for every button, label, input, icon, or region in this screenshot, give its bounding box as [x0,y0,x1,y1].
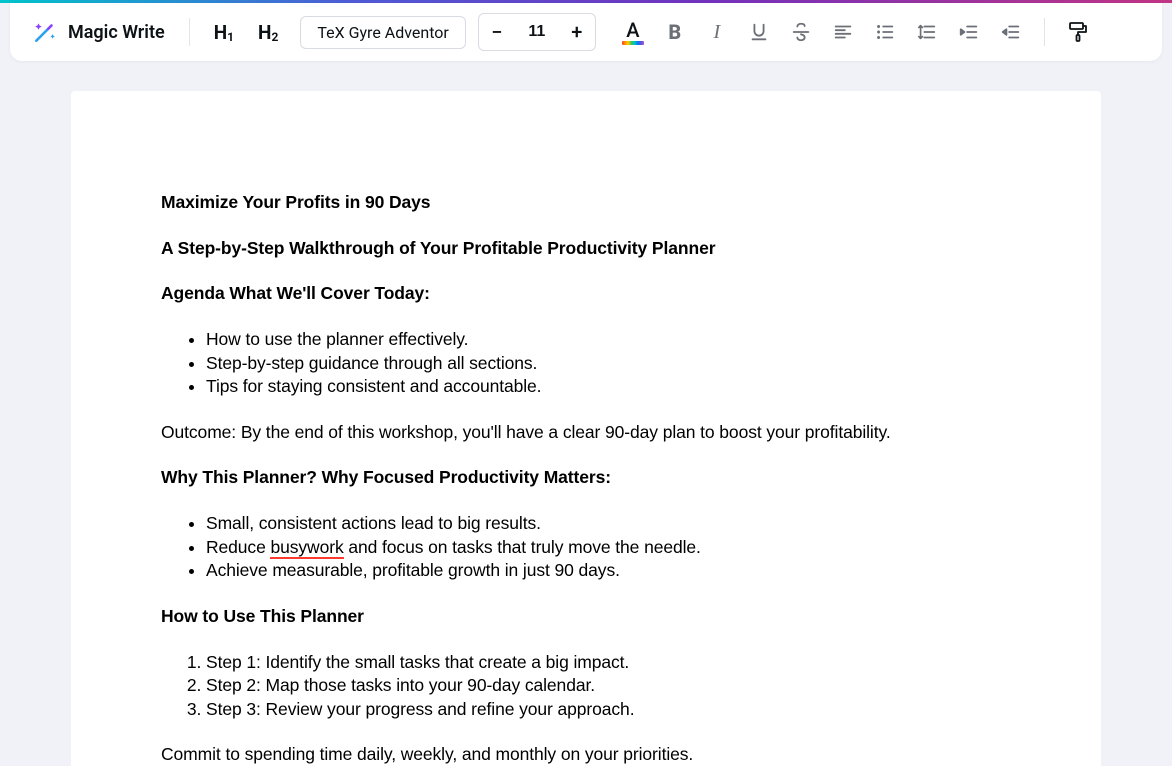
italic-icon: I [714,21,721,44]
list-item: Small, consistent actions lead to big re… [206,512,1011,536]
doc-title: Maximize Your Profits in 90 Days [161,191,1011,215]
list-item: Step 3: Review your progress and refine … [206,698,1011,722]
indent-increase-icon [958,21,980,43]
toolbar: Magic Write H1 H2 TeX Gyre Adventor − + … [10,3,1162,61]
font-family-select[interactable]: TeX Gyre Adventor [300,16,466,49]
increase-size-button[interactable]: + [559,14,595,50]
line-spacing-icon [916,21,938,43]
list-item: Reduce busywork and focus on tasks that … [206,536,1011,560]
why-list: Small, consistent actions lead to big re… [161,512,1011,583]
outcome-text: Outcome: By the end of this workshop, yo… [161,421,1011,445]
list-item: How to use the planner effectively. [206,328,1011,352]
magic-write-label: Magic Write [68,22,165,43]
font-size-stepper: − + [478,13,596,51]
list-item: Step 1: Identify the small tasks that cr… [206,651,1011,675]
doc-subtitle: A Step-by-Step Walkthrough of Your Profi… [161,237,1011,261]
magic-wand-icon [32,19,58,45]
decrease-size-button[interactable]: − [479,14,515,50]
spelling-error: busywork [270,537,343,559]
underline-icon [748,21,770,43]
list-item: Tips for staying consistent and accounta… [206,375,1011,399]
magic-write-button[interactable]: Magic Write [28,13,175,51]
strikethrough-icon [790,21,812,43]
italic-button[interactable]: I [698,13,736,51]
bold-button[interactable]: B [656,13,694,51]
list-item: Achieve measurable, profitable growth in… [206,559,1011,583]
h1-button[interactable]: H1 [204,15,244,50]
underline-button[interactable] [740,13,778,51]
text-color-icon: A [626,20,639,40]
text-color-button[interactable]: A [614,13,652,51]
commit-text: Commit to spending time daily, weekly, a… [161,743,1011,766]
indent-decrease-icon [1000,21,1022,43]
divider [189,18,190,46]
howto-heading: How to Use This Planner [161,605,1011,629]
bold-icon: B [668,20,681,44]
document-page[interactable]: Maximize Your Profits in 90 Days A Step-… [71,91,1101,766]
divider [1044,18,1045,46]
bullet-list-icon [874,21,896,43]
list-item: Step-by-step guidance through all sectio… [206,352,1011,376]
agenda-list: How to use the planner effectively. Step… [161,328,1011,399]
font-size-input[interactable] [515,23,559,41]
format-painter-button[interactable] [1059,13,1097,51]
align-left-icon [832,21,854,43]
agenda-heading: Agenda What We'll Cover Today: [161,282,1011,306]
color-spectrum-bar [622,41,644,45]
align-button[interactable] [824,13,862,51]
bullet-list-button[interactable] [866,13,904,51]
steps-list: Step 1: Identify the small tasks that cr… [161,651,1011,722]
list-item: Step 2: Map those tasks into your 90-day… [206,674,1011,698]
strikethrough-button[interactable] [782,13,820,51]
font-name-label: TeX Gyre Adventor [317,23,449,42]
document-canvas: Maximize Your Profits in 90 Days A Step-… [0,61,1172,766]
paint-roller-icon [1066,20,1090,44]
h2-button[interactable]: H2 [248,15,288,50]
indent-increase-button[interactable] [950,13,988,51]
indent-decrease-button[interactable] [992,13,1030,51]
why-heading: Why This Planner? Why Focused Productivi… [161,466,1011,490]
line-spacing-button[interactable] [908,13,946,51]
